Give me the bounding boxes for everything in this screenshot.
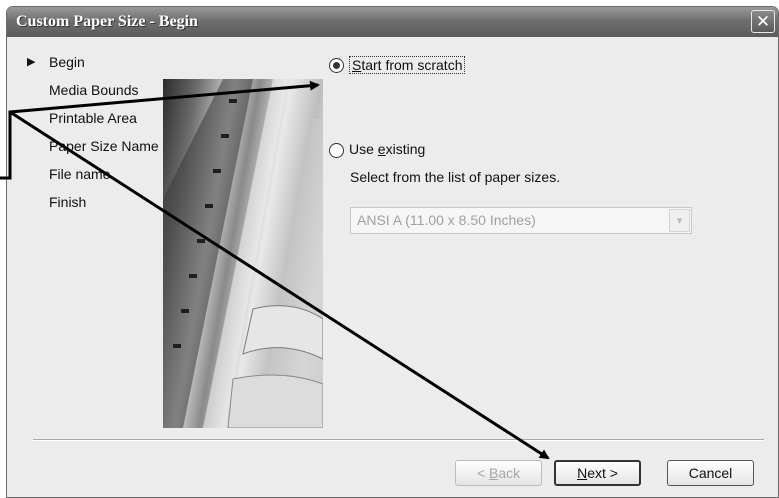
next-button[interactable]: Next > — [554, 460, 641, 486]
dropdown-arrow-icon[interactable]: ▾ — [669, 209, 690, 232]
button-separator — [33, 439, 764, 441]
step-label: Begin — [49, 54, 85, 70]
step-printable-area: Printable Area — [21, 110, 159, 138]
start-from-scratch-radio[interactable] — [329, 58, 344, 73]
step-label: Finish — [49, 194, 87, 210]
step-label: File name — [49, 166, 111, 182]
mnemonic-e: e — [377, 141, 386, 157]
step-file-name: File name — [21, 166, 159, 194]
start-from-scratch-label[interactable]: Start from scratch — [349, 56, 466, 74]
mnemonic-b: B — [488, 465, 499, 481]
title-bar[interactable]: Custom Paper Size - Begin ✕ — [7, 7, 778, 37]
paper-size-dropdown[interactable]: ANSI A (11.00 x 8.50 Inches) ▾ — [350, 207, 692, 234]
plotter-graphic — [163, 79, 323, 428]
mnemonic-s: S — [352, 57, 362, 73]
label-rest: tart from scratch — [361, 57, 463, 73]
step-paper-size-name: Paper Size Name — [21, 138, 159, 166]
close-button[interactable]: ✕ — [751, 10, 775, 33]
mnemonic-n: N — [577, 465, 588, 481]
step-label: Media Bounds — [49, 82, 139, 98]
custom-paper-size-dialog: Custom Paper Size - Begin ✕ ▶ Begin Medi… — [6, 6, 779, 498]
step-label: Paper Size Name — [49, 138, 159, 154]
label-rest: ack — [498, 465, 521, 481]
label-prefix: < — [476, 465, 489, 481]
current-step-marker-icon: ▶ — [27, 56, 36, 68]
step-label: Printable Area — [49, 110, 137, 126]
label-rest: ext > — [587, 465, 618, 481]
label-rest: xisting — [385, 141, 426, 157]
wizard-steps: ▶ Begin Media Bounds Printable Area Pape… — [21, 54, 159, 222]
step-media-bounds: Media Bounds — [21, 82, 159, 110]
use-existing-label[interactable]: Use existing — [349, 141, 425, 157]
paper-list-hint: Select from the list of paper sizes. — [350, 169, 561, 185]
back-button[interactable]: < Back — [455, 460, 542, 486]
close-icon: ✕ — [755, 12, 771, 31]
window-title: Custom Paper Size - Begin — [16, 13, 198, 30]
selected-paper-size: ANSI A (11.00 x 8.50 Inches) — [357, 212, 536, 228]
plotter-image — [163, 79, 323, 428]
cancel-button[interactable]: Cancel — [667, 460, 754, 486]
use-existing-radio[interactable] — [329, 143, 344, 158]
label-prefix: Use — [349, 141, 378, 157]
step-begin: ▶ Begin — [21, 54, 159, 82]
step-finish: Finish — [21, 194, 159, 222]
focus-outline: Start from scratch — [349, 56, 466, 74]
